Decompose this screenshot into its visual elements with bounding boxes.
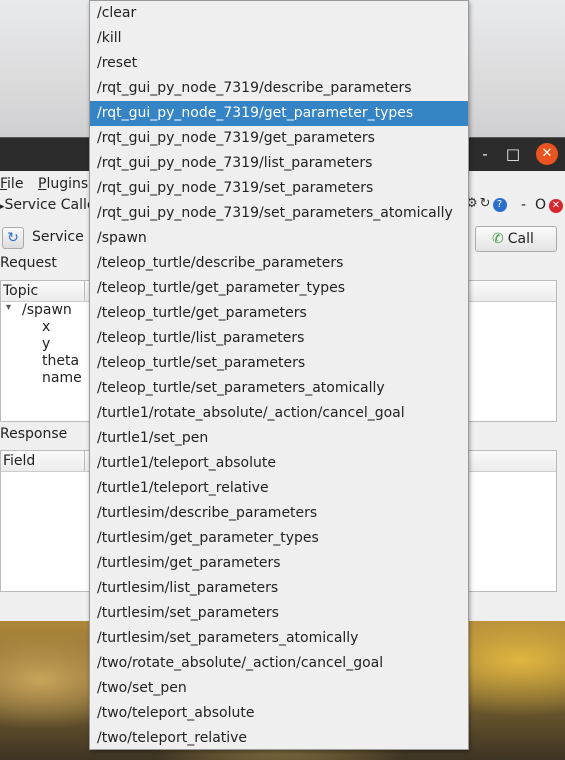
response-label: Response — [0, 426, 68, 442]
dropdown-item[interactable]: /turtlesim/get_parameter_types — [90, 526, 468, 551]
menu-plugins[interactable]: Plugins — [38, 172, 88, 196]
plugin-title: ▸Service Calle — [0, 197, 96, 213]
dropdown-item[interactable]: /teleop_turtle/set_parameters — [90, 351, 468, 376]
dropdown-item[interactable]: /spawn — [90, 226, 468, 251]
menu-file[interactable]: File — [0, 172, 23, 196]
service-dropdown-list[interactable]: /clear/kill/reset/rqt_gui_py_node_7319/d… — [89, 0, 469, 750]
dropdown-item[interactable]: /rqt_gui_py_node_7319/set_parameters_ato… — [90, 201, 468, 226]
dropdown-item[interactable]: /rqt_gui_py_node_7319/list_parameters — [90, 151, 468, 176]
dropdown-item[interactable]: /two/teleport_relative — [90, 726, 468, 751]
tree-item-y[interactable]: y — [42, 336, 50, 352]
tree-item-x[interactable]: x — [42, 319, 50, 335]
tree-item-spawn[interactable]: /spawn — [22, 302, 72, 318]
plugin-icon-group: ⚙ ↻? — [466, 196, 509, 212]
dropdown-item[interactable]: /turtlesim/get_parameters — [90, 551, 468, 576]
dropdown-item[interactable]: /turtlesim/describe_parameters — [90, 501, 468, 526]
dropdown-item[interactable]: /kill — [90, 26, 468, 51]
dropdown-item[interactable]: /teleop_turtle/get_parameters — [90, 301, 468, 326]
hide-plugin-button[interactable]: - — [521, 197, 526, 213]
field-column-header[interactable]: Field — [3, 451, 35, 471]
close-plugin-button[interactable]: ✕ — [549, 199, 563, 213]
dropdown-item[interactable]: /turtle1/teleport_absolute — [90, 451, 468, 476]
dropdown-item[interactable]: /turtle1/teleport_relative — [90, 476, 468, 501]
dropdown-item[interactable]: /rqt_gui_py_node_7319/set_parameters — [90, 176, 468, 201]
dropdown-item[interactable]: /rqt_gui_py_node_7319/describe_parameter… — [90, 76, 468, 101]
undock-plugin-button[interactable]: O — [535, 197, 546, 213]
dropdown-item[interactable]: /teleop_turtle/describe_parameters — [90, 251, 468, 276]
dropdown-item[interactable]: /reset — [90, 51, 468, 76]
refresh-icon: ↻ — [7, 230, 19, 246]
expand-arrow-icon[interactable]: ▾ — [6, 302, 11, 313]
dropdown-item[interactable]: /turtlesim/list_parameters — [90, 576, 468, 601]
dropdown-item[interactable]: /teleop_turtle/list_parameters — [90, 326, 468, 351]
tree-item-name[interactable]: name — [42, 370, 82, 386]
dropdown-item[interactable]: /turtle1/rotate_absolute/_action/cancel_… — [90, 401, 468, 426]
refresh-services-button[interactable]: ↻ — [2, 227, 24, 249]
dropdown-item[interactable]: /turtlesim/set_parameters_atomically — [90, 626, 468, 651]
service-label: Service — [32, 229, 84, 245]
tree-item-theta[interactable]: theta — [42, 353, 79, 369]
dropdown-item[interactable]: /rqt_gui_py_node_7319/get_parameters — [90, 126, 468, 151]
dropdown-item[interactable]: /two/set_pen — [90, 676, 468, 701]
dropdown-item[interactable]: /two/rotate_absolute/_action/cancel_goal — [90, 651, 468, 676]
request-label: Request — [0, 255, 57, 271]
dropdown-item[interactable]: /turtle1/set_pen — [90, 426, 468, 451]
call-button[interactable]: ✆ Call — [475, 226, 557, 252]
dropdown-item[interactable]: /two/teleport_absolute — [90, 701, 468, 726]
help-icon[interactable]: ? — [492, 198, 507, 212]
dropdown-item[interactable]: /teleop_turtle/get_parameter_types — [90, 276, 468, 301]
dropdown-item[interactable]: /turtlesim/set_parameters — [90, 601, 468, 626]
minimize-button[interactable]: - — [474, 143, 496, 165]
maximize-button[interactable]: □ — [502, 143, 524, 165]
close-button[interactable]: ✕ — [536, 143, 558, 165]
reload-icon[interactable]: ↻ — [480, 196, 491, 211]
phone-icon: ✆ — [492, 231, 504, 247]
topic-column-header[interactable]: Topic — [3, 281, 38, 301]
dropdown-item[interactable]: /teleop_turtle/set_parameters_atomically — [90, 376, 468, 401]
dropdown-item[interactable]: /clear — [90, 1, 468, 26]
dropdown-item[interactable]: /rqt_gui_py_node_7319/get_parameter_type… — [90, 101, 468, 126]
